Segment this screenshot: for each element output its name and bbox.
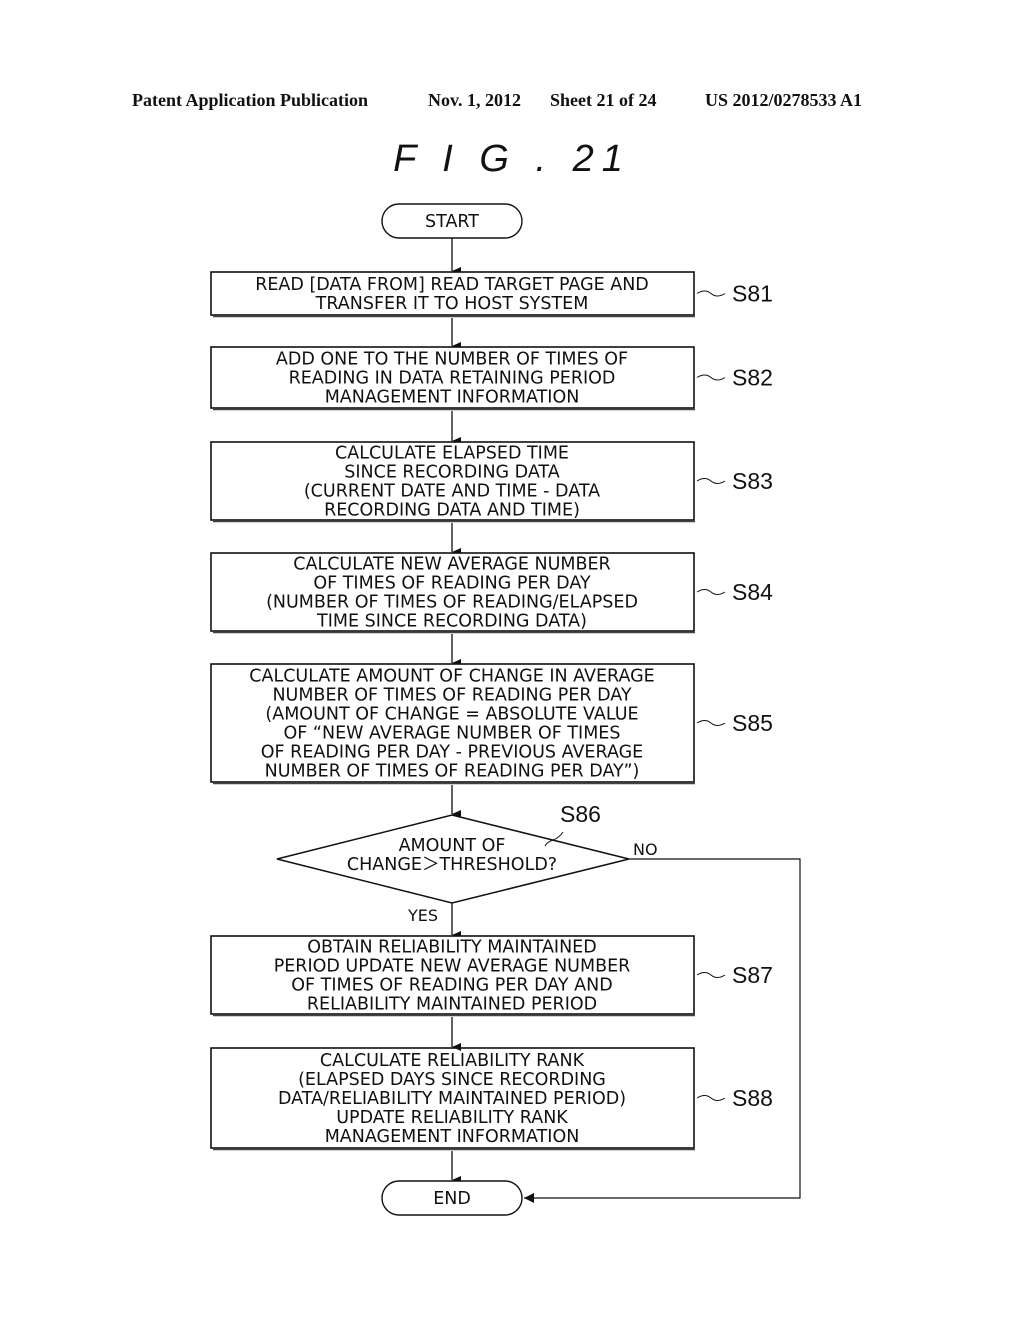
step-label-s86: S86 xyxy=(560,801,601,827)
start-terminal-label: START xyxy=(425,212,479,232)
leader-line xyxy=(696,374,726,381)
leader-line xyxy=(696,589,726,595)
process-text-line: NUMBER OF TIMES OF READING PER DAY”) xyxy=(265,762,640,782)
process-text-line: READ [DATA FROM] READ TARGET PAGE AND xyxy=(255,275,649,295)
process-text-line: TIME SINCE RECORDING DATA) xyxy=(316,612,587,632)
process-text-line: SINCE RECORDING DATA xyxy=(344,463,560,483)
step-label-s84: S84 xyxy=(732,579,773,605)
process-text-line: CALCULATE ELAPSED TIME xyxy=(335,444,569,464)
process-text-line: PERIOD UPDATE NEW AVERAGE NUMBER xyxy=(274,957,631,977)
process-text-line: (CURRENT DATE AND TIME - DATA xyxy=(304,482,600,502)
no-branch-label: NO xyxy=(633,840,658,859)
process-text-line: (ELAPSED DAYS SINCE RECORDING xyxy=(298,1070,606,1090)
process-text-line: TRANSFER IT TO HOST SYSTEM xyxy=(315,294,589,314)
process-text-line: OF READING PER DAY - PREVIOUS AVERAGE xyxy=(261,743,643,763)
yes-branch-label: YES xyxy=(407,906,438,925)
process-text-line: NUMBER OF TIMES OF READING PER DAY xyxy=(272,686,631,706)
process-text-line: OF TIMES OF READING PER DAY AND xyxy=(291,976,612,996)
process-text-line: OBTAIN RELIABILITY MAINTAINED xyxy=(307,938,596,958)
step-label-s87: S87 xyxy=(732,962,773,988)
decision-text-line: CHANGE＞THRESHOLD? xyxy=(347,855,557,875)
process-text-line: CALCULATE RELIABILITY RANK xyxy=(320,1051,585,1071)
process-text-line: MANAGEMENT INFORMATION xyxy=(325,1127,580,1147)
process-text-line: RELIABILITY MAINTAINED PERIOD xyxy=(307,995,597,1015)
process-text-line: OF TIMES OF READING PER DAY xyxy=(313,574,591,594)
process-text-line: CALCULATE AMOUNT OF CHANGE IN AVERAGE xyxy=(249,667,655,687)
step-label-s83: S83 xyxy=(732,468,773,494)
no-branch-arrowhead xyxy=(524,1193,534,1203)
step-label-s88: S88 xyxy=(732,1085,773,1111)
leader-line xyxy=(696,478,726,484)
process-text-line: MANAGEMENT INFORMATION xyxy=(325,388,580,408)
process-text-line: DATA/RELIABILITY MAINTAINED PERIOD) xyxy=(278,1089,626,1109)
step-label-s81: S81 xyxy=(732,281,773,307)
step-label-s85: S85 xyxy=(732,710,773,736)
flowchart: START READ [DATA FROM] READ TARGET PAGE A… xyxy=(210,203,801,1216)
leader-line xyxy=(696,972,726,978)
end-terminal-label: END xyxy=(433,1189,471,1209)
process-text-line: (NUMBER OF TIMES OF READING/ELAPSED xyxy=(266,593,638,613)
process-text-line: CALCULATE NEW AVERAGE NUMBER xyxy=(293,555,610,575)
leader-line xyxy=(696,720,726,726)
process-text-line: ADD ONE TO THE NUMBER OF TIMES OF xyxy=(276,350,628,370)
leader-line xyxy=(696,1095,726,1101)
leader-line xyxy=(696,290,726,297)
step-label-s82: S82 xyxy=(732,365,773,391)
process-text-line: (AMOUNT OF CHANGE = ABSOLUTE VALUE xyxy=(265,705,638,725)
process-text-line: UPDATE RELIABILITY RANK xyxy=(336,1108,568,1128)
process-text-line: OF “NEW AVERAGE NUMBER OF TIMES xyxy=(284,724,621,744)
process-text-line: RECORDING DATA AND TIME) xyxy=(324,501,580,521)
process-text-line: READING IN DATA RETAINING PERIOD xyxy=(289,369,616,389)
decision-text-line: AMOUNT OF xyxy=(399,836,506,856)
